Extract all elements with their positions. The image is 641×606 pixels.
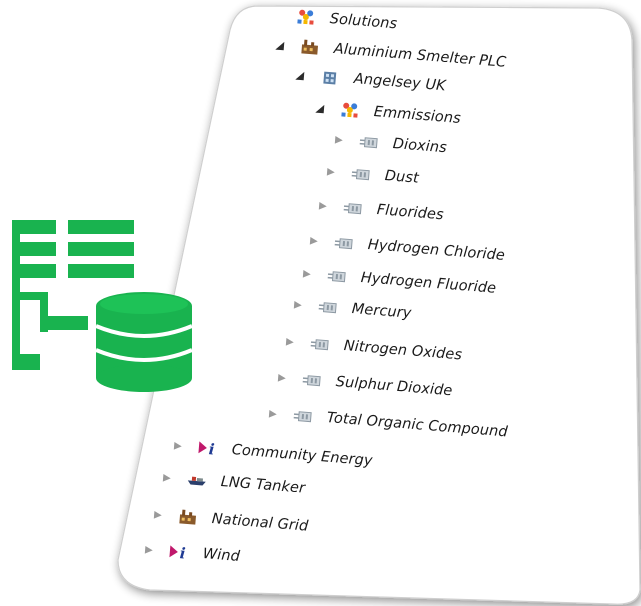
svg-text:i: i <box>208 440 215 457</box>
expand-arrow-icon[interactable]: ▶ <box>306 235 323 247</box>
tree-item-label: Solutions <box>329 10 398 33</box>
tree-item-label: Angelsey UK <box>353 70 447 95</box>
expand-arrow-icon[interactable]: ▶ <box>290 299 307 311</box>
site-icon <box>319 68 340 86</box>
solutions-icon <box>295 8 316 26</box>
expand-arrow-icon[interactable]: ▶ <box>323 166 340 178</box>
solutions-icon <box>339 101 360 119</box>
database-tree-icon <box>12 220 193 392</box>
expand-arrow-icon[interactable]: ▶ <box>282 336 299 348</box>
tree-item-label: National Grid <box>211 510 309 535</box>
sensor-icon <box>342 199 363 217</box>
expand-arrow-icon[interactable]: ▶ <box>170 440 187 452</box>
tree-item-label: Dioxins <box>392 135 448 157</box>
collapse-arrow-icon[interactable]: ◢ <box>311 101 328 115</box>
sensor-icon <box>326 267 347 285</box>
tree-item-label: Fluorides <box>376 201 445 224</box>
expand-arrow-icon[interactable]: ▶ <box>265 408 282 420</box>
expand-arrow-icon[interactable]: ▶ <box>141 544 158 556</box>
sensor-icon <box>309 335 330 353</box>
sensor-icon <box>333 234 354 252</box>
expand-arrow-icon[interactable]: ▶ <box>159 472 176 484</box>
expand-arrow-icon[interactable]: ▶ <box>150 509 167 521</box>
sensor-icon <box>358 133 379 151</box>
sensor-icon <box>301 371 322 389</box>
tree-item-label: Wind <box>202 545 241 565</box>
tree-item-label: LNG Tanker <box>220 473 306 497</box>
tree-item-label: Emmissions <box>373 103 462 127</box>
svg-text:i: i <box>179 544 186 561</box>
tanker-icon <box>186 471 207 489</box>
tree-item-label: Dust <box>384 167 420 187</box>
expand-arrow-icon <box>268 14 284 15</box>
play-info-icon: i <box>197 439 218 457</box>
tree-panel: Solutions ◢ Aluminium Smelter PLC ◢ Angelsey… <box>0 0 641 606</box>
sensor-icon <box>317 298 338 316</box>
expand-arrow-icon[interactable]: ▶ <box>274 372 291 384</box>
factory-icon <box>177 508 198 526</box>
factory-icon <box>299 38 320 56</box>
expand-arrow-icon[interactable]: ▶ <box>299 268 316 280</box>
expand-arrow-icon[interactable]: ▶ <box>331 134 348 146</box>
collapse-arrow-icon[interactable]: ◢ <box>271 38 288 52</box>
sensor-icon <box>350 165 371 183</box>
play-info-icon: i <box>168 543 189 561</box>
sensor-icon <box>292 407 313 425</box>
tree-item-label: Mercury <box>351 300 413 322</box>
collapse-arrow-icon[interactable]: ◢ <box>291 68 308 82</box>
expand-arrow-icon[interactable]: ▶ <box>315 200 332 212</box>
